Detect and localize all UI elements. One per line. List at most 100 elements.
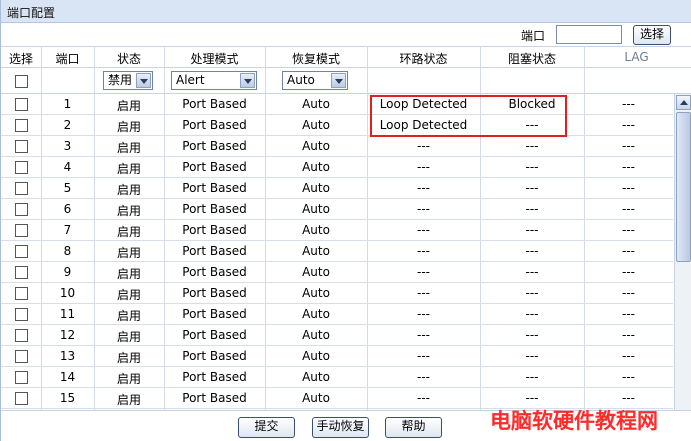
select-all-checkbox[interactable]: [15, 75, 28, 88]
port-number: 6: [63, 202, 72, 216]
row-select-checkbox[interactable]: [15, 182, 28, 195]
port-number: 10: [59, 286, 76, 300]
recovery-mode: Auto: [302, 97, 330, 111]
status-filter-value: 禁用: [108, 73, 133, 87]
row-select-checkbox[interactable]: [15, 245, 28, 258]
block-status: ---: [525, 391, 539, 405]
lag-value: ---: [622, 265, 635, 279]
row-select-checkbox[interactable]: [15, 119, 28, 132]
port-status: 启用: [116, 393, 141, 407]
col-header-lag: LAG: [624, 50, 649, 64]
lag-value: ---: [622, 97, 635, 111]
table-row[interactable]: 5 启用 Port Based Auto --- --- ---: [1, 178, 673, 199]
port-status: 启用: [116, 141, 141, 155]
loop-status: ---: [417, 160, 430, 174]
table-row[interactable]: 11 启用 Port Based Auto --- --- ---: [1, 304, 673, 325]
lag-value: ---: [622, 223, 635, 237]
row-select-checkbox[interactable]: [15, 308, 28, 321]
table-header: 选择 端口 状态 处理模式 恢复模式 环路状态 阻塞状态 LAG: [1, 46, 691, 68]
scroll-thumb[interactable]: [676, 112, 691, 262]
process-mode-select[interactable]: Alert: [171, 71, 257, 90]
port-number: 15: [59, 391, 76, 405]
lag-value: ---: [622, 391, 635, 405]
recovery-mode: Auto: [302, 244, 330, 258]
port-table-body: 1 启用 Port Based Auto Loop Detected Blocked ---…: [1, 94, 673, 410]
lag-value: ---: [622, 328, 635, 342]
recovery-mode: Auto: [302, 160, 330, 174]
row-select-checkbox[interactable]: [15, 392, 28, 405]
select-port-button[interactable]: 选择: [633, 25, 671, 45]
table-scrollbar[interactable]: [674, 94, 691, 410]
row-select-checkbox[interactable]: [15, 266, 28, 279]
lag-value: ---: [622, 181, 635, 195]
col-header-status: 状态: [116, 52, 141, 66]
help-button[interactable]: 帮助: [385, 417, 442, 438]
port-status: 启用: [116, 372, 141, 386]
table-row[interactable]: 8 启用 Port Based Auto --- --- ---: [1, 241, 673, 262]
row-select-checkbox[interactable]: [15, 161, 28, 174]
table-row[interactable]: 3 启用 Port Based Auto --- --- ---: [1, 136, 673, 157]
row-select-checkbox[interactable]: [15, 203, 28, 216]
row-select-checkbox[interactable]: [15, 350, 28, 363]
recovery-mode: Auto: [302, 265, 330, 279]
loop-status: ---: [417, 370, 430, 384]
block-status: ---: [525, 202, 539, 216]
lag-value: ---: [622, 139, 635, 153]
row-select-checkbox[interactable]: [15, 140, 28, 153]
recovery-mode: Auto: [302, 181, 330, 195]
col-header-loop-status: 环路状态: [399, 52, 448, 66]
status-filter-select[interactable]: 禁用: [103, 71, 153, 90]
table-row[interactable]: 13 启用 Port Based Auto --- --- ---: [1, 346, 673, 367]
table-row[interactable]: 1 启用 Port Based Auto Loop Detected Blocked ---: [1, 94, 673, 115]
loop-status: ---: [417, 223, 430, 237]
port-status: 启用: [116, 99, 141, 113]
block-status: ---: [525, 223, 539, 237]
recovery-mode: Auto: [302, 328, 330, 342]
loop-status: ---: [417, 286, 430, 300]
port-status: 启用: [116, 204, 141, 218]
table-row[interactable]: 2 启用 Port Based Auto Loop Detected --- ---: [1, 115, 673, 136]
lag-value: ---: [622, 286, 635, 300]
port-search-input[interactable]: [556, 25, 622, 44]
loop-status: ---: [417, 181, 430, 195]
row-select-checkbox[interactable]: [15, 371, 28, 384]
table-row[interactable]: 6 启用 Port Based Auto --- --- ---: [1, 199, 673, 220]
col-header-recovery-mode: 恢复模式: [291, 52, 340, 66]
row-select-checkbox[interactable]: [15, 329, 28, 342]
process-mode: Port Based: [182, 307, 247, 321]
recovery-mode-value: Auto: [287, 73, 315, 87]
scroll-up-arrow-icon[interactable]: [676, 95, 691, 110]
block-status: ---: [525, 160, 539, 174]
port-status: 启用: [116, 225, 141, 239]
manual-recover-button[interactable]: 手动恢复: [312, 417, 369, 438]
filter-row: 禁用 Alert Auto: [1, 68, 691, 94]
row-select-checkbox[interactable]: [15, 98, 28, 111]
port-search-label: 端口: [521, 29, 546, 43]
block-status: ---: [525, 181, 539, 195]
process-mode: Port Based: [182, 223, 247, 237]
process-mode: Port Based: [182, 370, 247, 384]
table-row[interactable]: 4 启用 Port Based Auto --- --- ---: [1, 157, 673, 178]
table-row[interactable]: 9 启用 Port Based Auto --- --- ---: [1, 262, 673, 283]
row-select-checkbox[interactable]: [15, 224, 28, 237]
submit-button[interactable]: 提交: [238, 417, 295, 438]
row-select-checkbox[interactable]: [15, 287, 28, 300]
loop-status: ---: [417, 202, 430, 216]
panel-title: 端口配置: [7, 6, 56, 20]
col-header-port: 端口: [55, 52, 80, 66]
process-mode: Port Based: [182, 139, 247, 153]
port-number: 5: [63, 181, 72, 195]
process-mode: Port Based: [182, 349, 247, 363]
recovery-mode: Auto: [302, 202, 330, 216]
loop-status: ---: [417, 244, 430, 258]
port-status: 启用: [116, 351, 141, 365]
table-row[interactable]: 10 启用 Port Based Auto --- --- ---: [1, 283, 673, 304]
recovery-mode-select[interactable]: Auto: [282, 71, 348, 90]
table-row[interactable]: 7 启用 Port Based Auto --- --- ---: [1, 220, 673, 241]
table-row[interactable]: 12 启用 Port Based Auto --- --- ---: [1, 325, 673, 346]
process-mode: Port Based: [182, 265, 247, 279]
table-row[interactable]: 14 启用 Port Based Auto --- --- ---: [1, 367, 673, 388]
process-mode: Port Based: [182, 160, 247, 174]
recovery-mode: Auto: [302, 286, 330, 300]
process-mode: Port Based: [182, 391, 247, 405]
